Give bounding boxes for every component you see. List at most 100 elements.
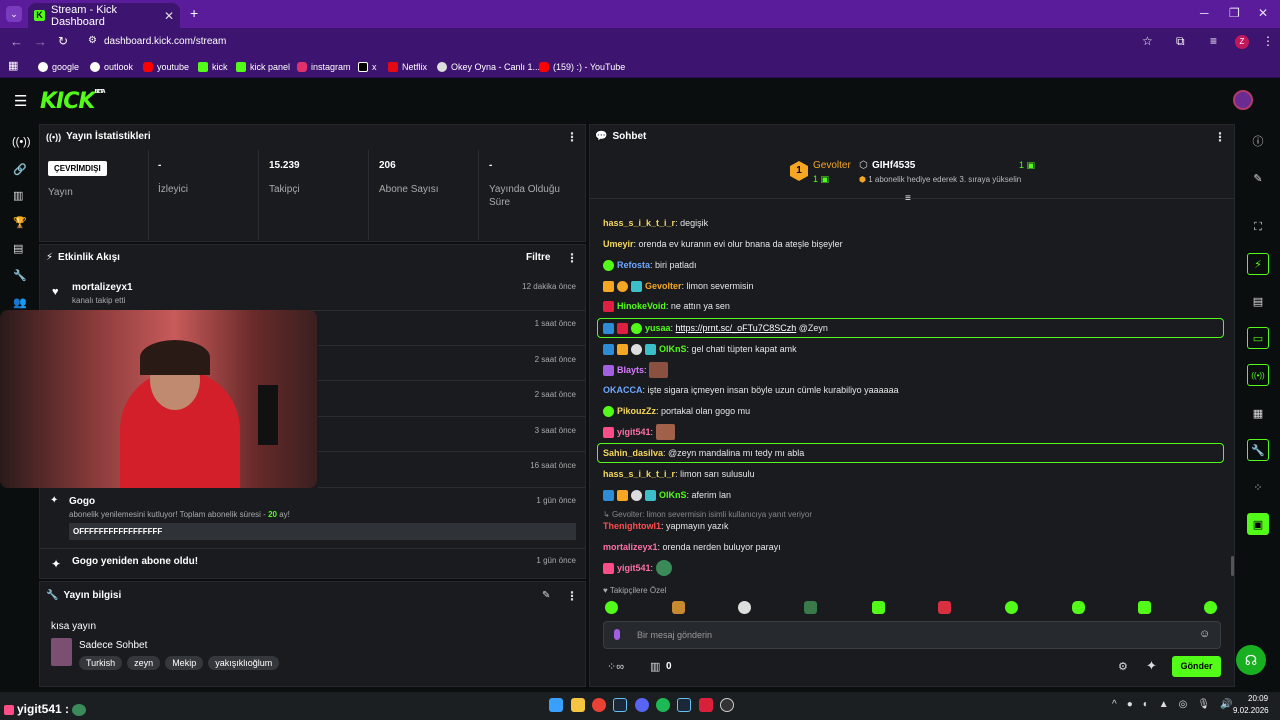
bookmark-okey[interactable]: Okey Oyna - Canlı 1...: [437, 60, 540, 74]
menu-icon[interactable]: ☰: [14, 92, 27, 110]
points-icon[interactable]: ⁘∞: [607, 660, 624, 673]
steam-icon-2[interactable]: [677, 698, 691, 712]
browser-menu-icon[interactable]: ⋮: [1262, 34, 1274, 48]
heart-icon: ♥: [603, 586, 610, 595]
info-icon[interactable]: ⓘ: [1247, 130, 1269, 152]
activity-more-icon[interactable]: ⋮: [566, 251, 578, 265]
chat-settings-icon[interactable]: ⚙: [1118, 660, 1128, 673]
expand-icon[interactable]: ⛶: [1247, 216, 1269, 238]
media-icon[interactable]: ≡: [1210, 34, 1217, 48]
tab-search-button[interactable]: ⌄: [6, 6, 22, 22]
mic-icon[interactable]: [614, 629, 620, 640]
tab-title: Stream - Kick Dashboard: [51, 3, 118, 28]
emote-icon[interactable]: [605, 601, 618, 614]
wrench-icon[interactable]: 🔧: [13, 269, 27, 282]
site-info-icon[interactable]: ⚙: [88, 35, 97, 46]
explorer-icon[interactable]: [571, 698, 585, 712]
bookmarks-bar: [0, 56, 1280, 78]
emote-icon[interactable]: [1204, 601, 1217, 614]
analytics-icon[interactable]: ▥: [13, 189, 23, 202]
bookmark-netflix[interactable]: Netflix: [388, 60, 427, 74]
minimize-icon[interactable]: ─: [1200, 6, 1209, 20]
forward-icon[interactable]: →: [34, 34, 47, 49]
chrome-icon[interactable]: [592, 698, 606, 712]
users-icon[interactable]: 👥: [13, 296, 27, 309]
tray-icons[interactable]: ^●◐▲◎🎙🔊: [1112, 699, 1243, 710]
app-red-icon[interactable]: [699, 698, 713, 712]
tag[interactable]: Turkish: [79, 656, 123, 670]
broadcast-icon[interactable]: ((•)): [12, 136, 31, 148]
close-tab-icon[interactable]: ✕: [164, 9, 174, 23]
chat-tools-icon[interactable]: ✦: [1146, 658, 1157, 674]
filter-button[interactable]: Filtre: [526, 252, 550, 263]
stats-more-icon[interactable]: ⋮: [566, 130, 578, 144]
broadcast-toggle-icon[interactable]: ((•)): [1247, 364, 1269, 386]
maximize-icon[interactable]: ❐: [1229, 6, 1240, 20]
emote-icon[interactable]: [872, 601, 885, 614]
profile-avatar[interactable]: Z: [1235, 35, 1249, 49]
reload-icon[interactable]: ↻: [58, 34, 68, 48]
url-field[interactable]: dashboard.kick.com/stream: [104, 36, 226, 47]
store-icon[interactable]: ▥: [650, 660, 660, 673]
steam-icon[interactable]: [613, 698, 627, 712]
divider: [590, 198, 1234, 199]
browser-tab-active[interactable]: K Stream - Kick Dashboard ✕: [28, 3, 180, 28]
start-icon[interactable]: [549, 698, 563, 712]
emote-icon[interactable]: [1072, 601, 1085, 614]
back-icon[interactable]: ←: [10, 34, 23, 49]
emote-icon[interactable]: [804, 601, 817, 614]
bookmark-youtube[interactable]: youtube: [143, 60, 189, 74]
bookmark-instagram[interactable]: instagram: [297, 60, 351, 74]
chat-icon[interactable]: ▭: [1247, 327, 1269, 349]
chat-scrollbar[interactable]: [1231, 556, 1234, 576]
leaderboard-first-name[interactable]: Gevolter: [813, 160, 851, 171]
close-window-icon[interactable]: ✕: [1258, 6, 1268, 20]
sword-badge-icon: [603, 489, 614, 501]
leaderboard-gift-name[interactable]: GIHf4535: [872, 160, 915, 171]
overlay-chat-user: yigit541 :: [4, 702, 89, 716]
printer-icon[interactable]: ▦: [1247, 402, 1269, 424]
new-tab-button[interactable]: +: [190, 5, 198, 21]
bookmark-google[interactable]: google: [38, 60, 79, 74]
lightning-icon[interactable]: ⚡: [1247, 253, 1269, 275]
bookmark-kick-panel[interactable]: kick panel: [236, 60, 290, 74]
emote-icon[interactable]: [938, 601, 951, 614]
tool-icon[interactable]: 🔧: [1247, 439, 1269, 461]
support-button[interactable]: ☊: [1236, 645, 1266, 675]
bookmark-youtube-2[interactable]: (159) :) - YouTube: [539, 60, 625, 74]
info-more-icon[interactable]: ⋮: [566, 589, 578, 603]
tag[interactable]: Mekip: [165, 656, 204, 670]
edit-icon[interactable]: ✎: [542, 590, 550, 601]
emoji-icon[interactable]: ☺: [1199, 628, 1210, 640]
kick-icon: [198, 62, 208, 72]
discord-icon[interactable]: [635, 698, 649, 712]
kick-logo[interactable]: KICKBETA: [40, 89, 106, 114]
tag[interactable]: yakışıklıoğlum: [208, 656, 280, 670]
emote-icon[interactable]: [738, 601, 751, 614]
bookmark-outlook[interactable]: outlook: [90, 60, 133, 74]
link-icon[interactable]: 🔗: [13, 163, 27, 176]
chat-more-icon[interactable]: ⋮: [1214, 130, 1226, 144]
emote-icon[interactable]: [1005, 601, 1018, 614]
bookmark-star-icon[interactable]: ☆: [1142, 34, 1153, 48]
app-icon[interactable]: ▣: [1247, 513, 1269, 535]
video-icon[interactable]: ▤: [13, 242, 23, 255]
emote-icon[interactable]: [672, 601, 685, 614]
apps-grid-icon[interactable]: ▦: [8, 59, 18, 72]
group-icon[interactable]: ⁘: [1247, 476, 1269, 498]
emote-icon[interactable]: [1138, 601, 1151, 614]
extensions-icon[interactable]: ⧉: [1176, 34, 1185, 49]
user-avatar[interactable]: [1233, 90, 1253, 110]
send-button[interactable]: Gönder: [1172, 656, 1221, 677]
bookmark-x[interactable]: x: [358, 60, 377, 74]
obs-icon[interactable]: [720, 698, 734, 712]
gift-badge-icon: [645, 343, 656, 355]
activity-title: ⚡ Etkinlik Akışı: [46, 252, 120, 263]
pencil-icon[interactable]: ✎: [1247, 167, 1269, 189]
tag[interactable]: zeyn: [127, 656, 161, 670]
trophy-icon[interactable]: 🏆: [13, 216, 27, 229]
bookmark-kick[interactable]: kick: [198, 60, 228, 74]
spotify-icon[interactable]: [656, 698, 670, 712]
document-icon[interactable]: ▤: [1247, 290, 1269, 312]
category-name[interactable]: Sadece Sohbet: [79, 640, 147, 651]
